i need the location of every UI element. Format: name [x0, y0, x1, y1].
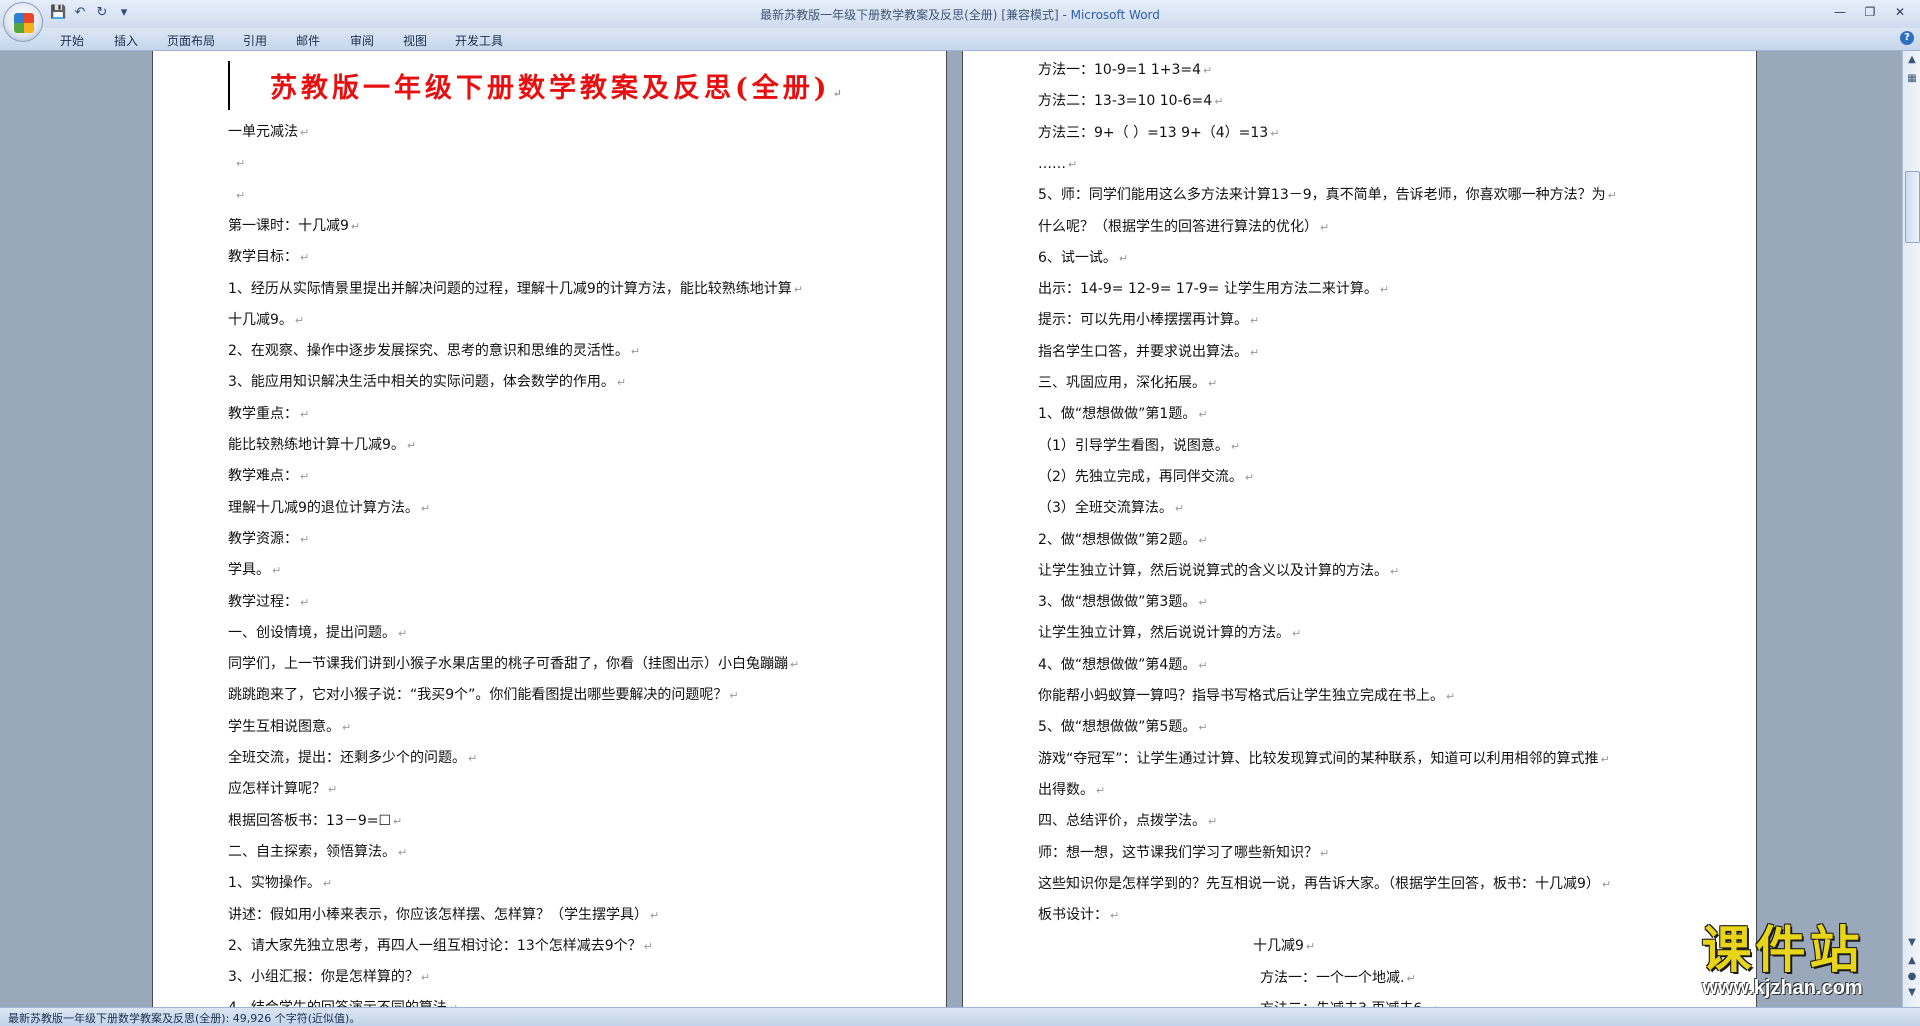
right-page-line: 1、做“想想做做”第1题。 ↵ [1038, 406, 1208, 423]
left-page-line: 1、经历从实际情景里提出并解决问题的过程，理解十几减9的计算方法，能比较熟练地计… [228, 280, 804, 297]
next-page-icon[interactable]: ▼ [1904, 985, 1920, 1001]
left-page-line: 一单元减法 ↵ [228, 124, 310, 140]
right-page-line: 让学生独立计算，然后说说计算的方法。 ↵ [1038, 625, 1302, 642]
right-page-line: 6、试一试。 ↵ [1038, 249, 1129, 266]
right-page-line: 4、做“想想做做”第4题。 ↵ [1038, 656, 1208, 673]
tab-home[interactable]: 开始 [60, 32, 84, 49]
ribbon-tabs: 开始 插入 页面布局 引用 邮件 审阅 视图 开发工具 ? [0, 28, 1920, 51]
vertical-scrollbar[interactable]: ▲ ▦ ▼ ▲ ● ▼ [1902, 51, 1920, 1007]
tab-review[interactable]: 审阅 [350, 32, 374, 49]
right-page-line: （2）先独立完成，再同伴交流。 ↵ [1038, 468, 1255, 485]
document-title: 苏教版一年级下册数学教案及反思(全册) ↵ [270, 73, 846, 104]
left-page-line: 一、创设情境，提出问题。 ↵ [228, 624, 408, 641]
right-page-line: 师：想一想，这节课我们学习了哪些新知识？ ↵ [1038, 844, 1330, 861]
right-page-line: 提示：可以先用小棒摆摆再计算。 ↵ [1038, 312, 1260, 329]
left-page-line: 同学们，上一节课我们讲到小猴子水果店里的桃子可香甜了，你看（挂图出示）小白兔蹦蹦… [228, 656, 800, 673]
left-page-line: 1、实物操作。 ↵ [228, 875, 333, 892]
office-button[interactable] [3, 2, 43, 42]
right-page-line: （1）引导学生看图，说图意。 ↵ [1038, 437, 1241, 454]
right-page-line: 方法一：一个一个地减. ↵ [1260, 969, 1416, 986]
right-page-line: 出示：14-9= 12-9= 17-9= 让学生用方法二来计算。 ↵ [1038, 281, 1390, 298]
scroll-down-arrow-icon[interactable]: ▼ [1904, 935, 1920, 951]
left-page-line: ↵ [236, 157, 246, 171]
right-page-line: 5、师：同学们能用这么多方法来计算13－9，真不简单，告诉老师，你喜欢哪一种方法… [1038, 187, 1617, 204]
left-page-line: 全班交流，提出：还剩多少个的问题。 ↵ [228, 750, 478, 766]
restore-icon[interactable]: ❐ [1856, 2, 1884, 22]
left-page-line: 教学重点： ↵ [228, 405, 310, 422]
window-controls: — ❐ ✕ [1826, 2, 1914, 22]
status-bar: 最新苏教版一年级下册数学教案及反思(全册): 49,926 个字符(近似值)。 [0, 1007, 1920, 1026]
left-page-line: 十几减9。 ↵ [228, 311, 305, 328]
status-text: 最新苏教版一年级下册数学教案及反思(全册): 49,926 个字符(近似值)。 [8, 1012, 361, 1025]
right-page-line: 让学生独立计算，然后说说算式的含义以及计算的方法。 ↵ [1038, 562, 1400, 579]
left-page-line: 教学目标： ↵ [228, 249, 310, 266]
right-page-line: 三、巩固应用，深化拓展。 ↵ [1038, 375, 1218, 391]
left-page-line: 讲述：假如用小棒来表示，你应该怎样摆、怎样算？（学生摆学具） ↵ [228, 906, 660, 923]
right-page-line: 游戏“夺冠军”：让学生通过计算、比较发现算式间的某种联系，知道可以利用相邻的算式… [1038, 750, 1610, 767]
left-page-line: 2、请大家先独立思考，再四人一组互相讨论：13个怎样减去9个？ ↵ [228, 937, 653, 954]
scrollbar-thumb[interactable] [1905, 171, 1920, 243]
watermark-cn: 课件站 [1701, 921, 1864, 979]
close-icon[interactable]: ✕ [1886, 2, 1914, 22]
previous-page-icon[interactable]: ▲ [1904, 953, 1920, 969]
left-page-line: 能比较熟练地计算十几减9。 ↵ [228, 437, 417, 453]
left-page-line: 跳跳跑来了，它对小猴子说：“我买9个”。你们能看图提出哪些要解决的问题呢？ ↵ [228, 687, 739, 704]
right-page-line: 3、做“想想做做”第3题。 ↵ [1038, 594, 1208, 611]
right-page-line: 板书设计： ↵ [1038, 907, 1120, 924]
right-page-line: （3）全班交流算法。 ↵ [1038, 500, 1185, 517]
left-page-line: 学具。 ↵ [228, 562, 282, 579]
ruler-toggle-icon[interactable]: ▦ [1904, 71, 1920, 87]
right-page-line: 2、做“想想做做”第2题。 ↵ [1038, 531, 1208, 548]
tab-page-layout[interactable]: 页面布局 [167, 32, 215, 49]
left-page-line: 3、小组汇报：你是怎样算的？ ↵ [228, 969, 431, 986]
tab-references[interactable]: 引用 [243, 32, 267, 49]
left-page-line: 教学难点： ↵ [228, 468, 310, 485]
window-title: 最新苏教版一年级下册数学教案及反思(全册) [兼容模式] - Microsoft… [0, 6, 1920, 23]
left-page-line: ↵ [236, 188, 246, 202]
scroll-up-arrow-icon[interactable]: ▲ [1904, 52, 1920, 68]
right-page-line: 方法一：10-9=1 1+3=4 ↵ [1038, 62, 1213, 78]
right-page-line: 方法二：13-3=10 10-6=4 ↵ [1038, 93, 1224, 110]
right-page-line: 出得数。 ↵ [1038, 781, 1106, 798]
left-page-line: 3、能应用知识解决生活中相关的实际问题，体会数学的作用。 ↵ [228, 374, 627, 391]
browse-object-icon[interactable]: ● [1904, 969, 1920, 985]
tab-insert[interactable]: 插入 [114, 32, 138, 49]
minimize-icon[interactable]: — [1826, 2, 1854, 22]
left-page-line: 二、自主探索，领悟算法。 ↵ [228, 843, 408, 860]
window-title-app: Microsoft Word [1070, 8, 1160, 22]
office-logo-icon [14, 13, 34, 33]
title-bar: 💾 ↶ ↻ ▾ 最新苏教版一年级下册数学教案及反思(全册) [兼容模式] - M… [0, 0, 1920, 28]
left-page-line: 应怎样计算呢？ ↵ [228, 781, 338, 798]
tab-developer[interactable]: 开发工具 [455, 32, 503, 49]
right-page-line: 你能帮小蚂蚁算一算吗？指导书写格式后让学生独立完成在书上。 ↵ [1038, 688, 1456, 704]
left-page-line: 第一课时：十几减9 ↵ [228, 217, 361, 234]
right-page-line: 方法三：9+（ ）=13 9+（4）=13 ↵ [1038, 124, 1280, 141]
left-page-line: 学生互相说图意。 ↵ [228, 718, 352, 735]
tab-mailings[interactable]: 邮件 [296, 32, 320, 49]
right-page-line: 指名学生口答，并要求说出算法。 ↵ [1038, 343, 1260, 360]
left-page-line: 理解十几减9的退位计算方法。 ↵ [228, 499, 431, 516]
right-page-line: 这些知识你是怎样学到的？先互相说一说，再告诉大家。（根据学生回答，板书：十几减9… [1038, 875, 1612, 892]
left-page-line: 2、在观察、操作中逐步发展探究、思考的意识和思维的灵活性。 ↵ [228, 343, 641, 360]
right-page-line: 5、做“想想做做”第5题。 ↵ [1038, 719, 1208, 736]
window-title-document: 最新苏教版一年级下册数学教案及反思(全册) [兼容模式] - [760, 8, 1071, 22]
right-page-line: …… ↵ [1038, 155, 1078, 172]
left-page-line: 教学过程： ↵ [228, 593, 310, 610]
right-page-line: 什么呢？（根据学生的回答进行算法的优化） ↵ [1038, 218, 1330, 235]
right-page-line: 四、总结评价，点拨学法。 ↵ [1038, 813, 1218, 830]
help-icon[interactable]: ? [1900, 31, 1914, 45]
site-watermark: 课件站 www.kjzhan.com [1660, 923, 1905, 1005]
left-page-line: 教学资源： ↵ [228, 530, 310, 547]
right-page-line: 十几减9 ↵ [1253, 938, 1316, 955]
left-page-line: 根据回答板书：13－9=☐ ↵ [228, 812, 403, 829]
tab-view[interactable]: 视图 [403, 32, 427, 49]
watermark-url: www.kjzhan.com [1702, 977, 1863, 999]
title-left-rule [228, 61, 230, 110]
